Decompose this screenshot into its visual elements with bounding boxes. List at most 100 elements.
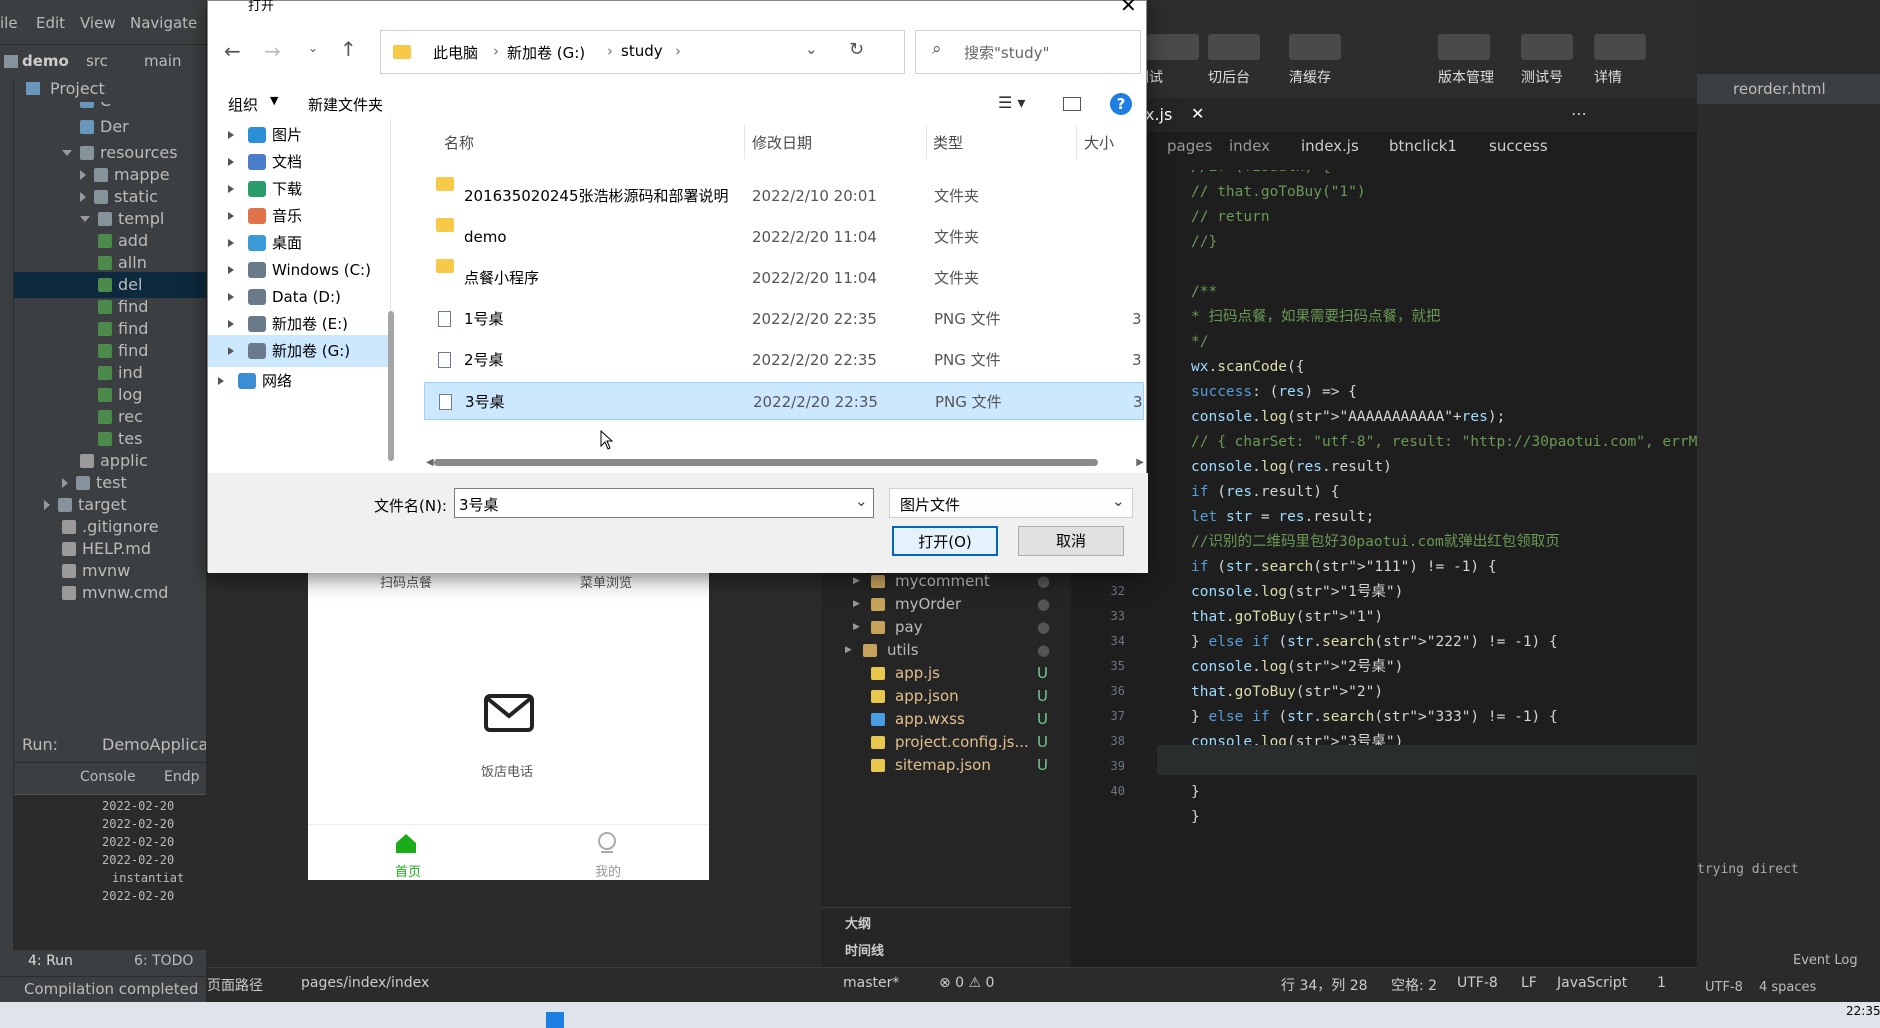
tab-todo[interactable]: 6: TODO [134, 953, 193, 969]
git-status-badge: U [1037, 756, 1048, 774]
clock[interactable]: 22:35 [1846, 1004, 1880, 1018]
breadcrumb-src[interactable]: src [86, 52, 108, 70]
file-item-label: app.json [895, 687, 959, 705]
sim-menu-label[interactable]: 菜单浏览 [580, 572, 632, 591]
filetype-select[interactable]: 图片文件 ⌄ [889, 488, 1133, 518]
menu-navigate[interactable]: Navigate [130, 14, 197, 32]
toolbar-button[interactable] [1289, 34, 1341, 60]
git-status-badge: U [1037, 664, 1048, 682]
encoding[interactable]: UTF-8 [1457, 975, 1498, 991]
event-log[interactable]: Event Log [1793, 953, 1858, 968]
chevron-icon[interactable] [62, 150, 72, 156]
file-row[interactable]: 201635020245张浩彬源码和部署说明 2022/2/10 20:01 文件夹 [424, 177, 1144, 215]
branch-label[interactable]: master* [843, 975, 899, 991]
chevron-icon[interactable] [62, 478, 68, 488]
phone-simulator: 扫码点餐 菜单浏览 饭店电话 首页 我的 [308, 570, 709, 880]
sim-scan-order-label[interactable]: 扫码点餐 [380, 572, 432, 591]
file-row[interactable]: 2号桌 2022/2/20 22:35 PNG 文件 3 [424, 341, 1144, 379]
chevron-icon[interactable]: ▶ [853, 593, 860, 616]
file-date: 2022/2/20 22:35 [752, 310, 877, 328]
tree-item[interactable]: mvnw.cmd [14, 580, 206, 606]
file-row[interactable]: 点餐小程序 2022/2/20 11:04 文件夹 [424, 259, 1144, 297]
code-line[interactable]: } [1191, 802, 1200, 832]
bc-file[interactable]: index.js [1301, 137, 1359, 155]
current-line-highlight [1157, 745, 1697, 775]
close-tab-icon[interactable]: ✕ [1191, 104, 1204, 123]
language-mode[interactable]: JavaScript [1557, 975, 1627, 991]
menu-view[interactable]: View [80, 14, 116, 32]
more-icon[interactable]: ⋯ [1571, 104, 1587, 123]
file-row[interactable]: 3号桌 2022/2/20 22:35 PNG 文件 3 [424, 382, 1144, 420]
chevron-icon[interactable]: ▶ [845, 639, 852, 662]
breadcrumb-demo[interactable]: demo [22, 52, 69, 70]
menu-file[interactable]: ile [0, 14, 18, 32]
toolbar-button[interactable] [1147, 34, 1199, 60]
file-date: 2022/2/20 22:35 [753, 393, 878, 411]
toolbar-button[interactable] [1521, 34, 1573, 60]
filename-dropdown-icon[interactable]: ⌄ [855, 492, 868, 510]
tree-item-label: static [114, 187, 158, 206]
tab-console[interactable]: Console [80, 769, 136, 785]
file-item[interactable]: ▶ pay ● [821, 616, 1071, 639]
bc-pages[interactable]: pages [1167, 137, 1212, 155]
toolbar-button[interactable] [1208, 34, 1260, 60]
chevron-icon[interactable] [80, 192, 86, 202]
console-line: 2022-02-20 [102, 835, 175, 849]
open-button[interactable]: 打开(O) [892, 526, 998, 556]
user-icon[interactable] [595, 832, 619, 854]
breadcrumb-main[interactable]: main [144, 52, 181, 70]
right-indent[interactable]: 4 spaces [1759, 980, 1816, 995]
file-item[interactable]: app.json U [821, 685, 1071, 708]
devtools-status-bar: master* ⊗ 0 ⚠ 0 行 34，列 28 空格: 2 UTF-8 LF… [821, 967, 1697, 1002]
home-icon[interactable] [394, 832, 418, 854]
tab-home[interactable]: 首页 [395, 861, 421, 880]
tab-mine[interactable]: 我的 [595, 861, 621, 880]
outline-label[interactable]: 大纲 [845, 913, 871, 932]
tab-current-file[interactable]: x.js [1145, 105, 1172, 124]
tree-item[interactable]: C [14, 102, 206, 114]
tab-endpoints[interactable]: Endp [164, 769, 200, 785]
notification-count[interactable]: 1 [1657, 975, 1666, 991]
file-row[interactable]: demo 2022/2/20 11:04 文件夹 [424, 218, 1144, 256]
eol[interactable]: LF [1521, 975, 1537, 991]
project-label[interactable]: Project [50, 79, 105, 98]
file-item[interactable]: project.config.js... U [821, 731, 1071, 754]
right-encoding[interactable]: UTF-8 [1705, 980, 1743, 995]
filename-input[interactable]: 3号桌 ⌄ [454, 488, 874, 518]
chevron-icon[interactable] [80, 216, 90, 222]
indent-setting[interactable]: 空格: 2 [1391, 975, 1437, 995]
timeline-label[interactable]: 时间线 [845, 940, 884, 959]
cursor-position[interactable]: 行 34，列 28 [1281, 975, 1368, 995]
run-config[interactable]: DemoApplica [102, 735, 208, 754]
file-item[interactable]: app.js U [821, 662, 1071, 685]
code-area[interactable]: //if (!isauth) {// that.goToBuy("1")// r… [1071, 170, 1697, 967]
file-row[interactable]: 1号桌 2022/2/20 22:35 PNG 文件 3 [424, 300, 1144, 338]
code-line[interactable]: * 扫码点餐，如果需要扫码点餐，就把 [1191, 302, 1440, 332]
chevron-icon[interactable]: ▶ [853, 616, 860, 639]
file-list-scrollbar[interactable]: ◀ ▶ [426, 457, 1144, 468]
envelope-icon[interactable] [484, 694, 534, 734]
file-item[interactable]: sitemap.json U [821, 754, 1071, 777]
file-item[interactable]: app.wxss U [821, 708, 1071, 731]
tree-item[interactable]: Der [14, 114, 206, 140]
file-item[interactable]: ▶ utils ● [821, 639, 1071, 662]
start-icon[interactable] [546, 1012, 564, 1028]
tab-run[interactable]: 4: Run [28, 953, 73, 969]
chevron-icon[interactable] [80, 170, 86, 180]
folder-icon [94, 168, 108, 182]
bc-function[interactable]: btnclick1 [1389, 137, 1457, 155]
menu-edit[interactable]: Edit [36, 14, 65, 32]
chevron-icon[interactable]: ▶ [853, 570, 860, 593]
toolbar-button[interactable] [1438, 34, 1490, 60]
file-item[interactable]: ▶ mycomment ● [821, 570, 1071, 593]
toolbar-button[interactable] [1594, 34, 1646, 60]
page-path-label[interactable]: 页面路径 [207, 975, 263, 995]
bc-index[interactable]: index [1229, 137, 1270, 155]
bc-success[interactable]: success [1489, 137, 1548, 155]
code-line[interactable]: //} [1191, 227, 1217, 257]
chevron-icon[interactable] [44, 500, 50, 510]
problems-count[interactable]: ⊗ 0 ⚠ 0 [939, 975, 994, 991]
file-item[interactable]: ▶ myOrder ● [821, 593, 1071, 616]
cancel-button[interactable]: 取消 [1018, 526, 1124, 556]
reorder-tab[interactable]: reorder.html [1733, 80, 1826, 98]
